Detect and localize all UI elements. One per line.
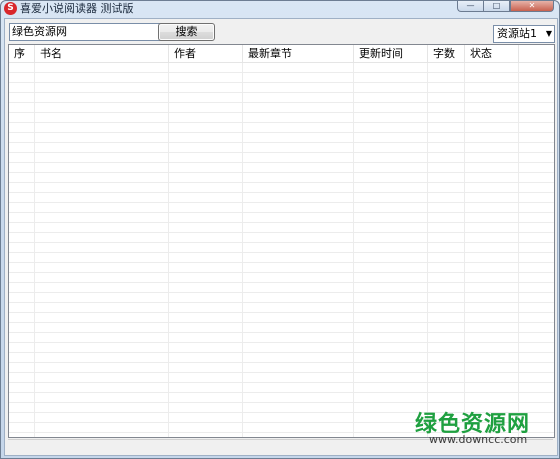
table-row[interactable] xyxy=(9,123,554,133)
table-row[interactable] xyxy=(9,233,554,243)
window-controls: — □ ✕ xyxy=(457,1,554,12)
column-divider xyxy=(518,63,519,437)
main-window: S 喜爱小说阅读器 测试版 — □ ✕ 搜索 资源站1 ▼ 序 书名 作者 最新… xyxy=(0,0,560,459)
maximize-icon: □ xyxy=(492,1,501,10)
source-site-value: 资源站1 xyxy=(497,27,537,40)
table-body xyxy=(9,63,554,437)
table-row[interactable] xyxy=(9,113,554,123)
table-row[interactable] xyxy=(9,203,554,213)
table-row[interactable] xyxy=(9,303,554,313)
column-divider xyxy=(427,63,428,437)
column-divider xyxy=(464,63,465,437)
table-row[interactable] xyxy=(9,293,554,303)
table-row[interactable] xyxy=(9,383,554,393)
column-divider xyxy=(34,63,35,437)
table-row[interactable] xyxy=(9,183,554,193)
table-row[interactable] xyxy=(9,243,554,253)
table-row[interactable] xyxy=(9,253,554,263)
source-site-select[interactable]: 资源站1 ▼ xyxy=(493,25,555,43)
table-row[interactable] xyxy=(9,133,554,143)
table-row[interactable] xyxy=(9,323,554,333)
chevron-down-icon[interactable]: ▼ xyxy=(546,26,552,42)
table-row[interactable] xyxy=(9,73,554,83)
table-row[interactable] xyxy=(9,353,554,363)
results-table[interactable]: 序 书名 作者 最新章节 更新时间 字数 状态 xyxy=(8,44,555,438)
app-logo-icon[interactable]: S xyxy=(4,2,17,15)
column-header-index[interactable]: 序 xyxy=(9,45,35,62)
table-row[interactable] xyxy=(9,413,554,423)
column-header-update-time[interactable]: 更新时间 xyxy=(354,45,428,62)
table-row[interactable] xyxy=(9,423,554,433)
table-row[interactable] xyxy=(9,83,554,93)
table-row[interactable] xyxy=(9,393,554,403)
window-title: 喜爱小说阅读器 测试版 xyxy=(20,2,134,15)
minimize-button[interactable]: — xyxy=(457,1,483,12)
table-row[interactable] xyxy=(9,223,554,233)
table-row[interactable] xyxy=(9,283,554,293)
maximize-button[interactable]: □ xyxy=(483,1,510,12)
search-button[interactable]: 搜索 xyxy=(158,23,215,41)
column-header-status[interactable]: 状态 xyxy=(465,45,519,62)
table-row[interactable] xyxy=(9,213,554,223)
table-row[interactable] xyxy=(9,273,554,283)
table-row[interactable] xyxy=(9,143,554,153)
search-input[interactable] xyxy=(9,23,163,41)
table-header: 序 书名 作者 最新章节 更新时间 字数 状态 xyxy=(9,45,554,63)
title-bar[interactable]: S 喜爱小说阅读器 测试版 — □ ✕ xyxy=(1,1,559,17)
client-area: 搜索 资源站1 ▼ 序 书名 作者 最新章节 更新时间 字数 状态 xyxy=(4,18,558,456)
close-icon: ✕ xyxy=(528,1,536,10)
column-header-author[interactable]: 作者 xyxy=(169,45,243,62)
table-row[interactable] xyxy=(9,403,554,413)
table-row[interactable] xyxy=(9,63,554,73)
column-header-word-count[interactable]: 字数 xyxy=(428,45,465,62)
table-row[interactable] xyxy=(9,153,554,163)
close-button[interactable]: ✕ xyxy=(510,1,554,12)
table-row[interactable] xyxy=(9,103,554,113)
table-row[interactable] xyxy=(9,333,554,343)
table-row[interactable] xyxy=(9,343,554,353)
column-divider xyxy=(242,63,243,437)
table-row[interactable] xyxy=(9,363,554,373)
table-row[interactable] xyxy=(9,373,554,383)
table-row[interactable] xyxy=(9,313,554,323)
table-row[interactable] xyxy=(9,193,554,203)
minimize-icon: — xyxy=(466,1,475,10)
table-row[interactable] xyxy=(9,93,554,103)
table-row[interactable] xyxy=(9,263,554,273)
column-divider xyxy=(168,63,169,437)
table-row[interactable] xyxy=(9,173,554,183)
column-header-title[interactable]: 书名 xyxy=(35,45,169,62)
column-divider xyxy=(353,63,354,437)
column-header-latest-chapter[interactable]: 最新章节 xyxy=(243,45,354,62)
status-bar xyxy=(8,439,553,452)
table-row[interactable] xyxy=(9,163,554,173)
